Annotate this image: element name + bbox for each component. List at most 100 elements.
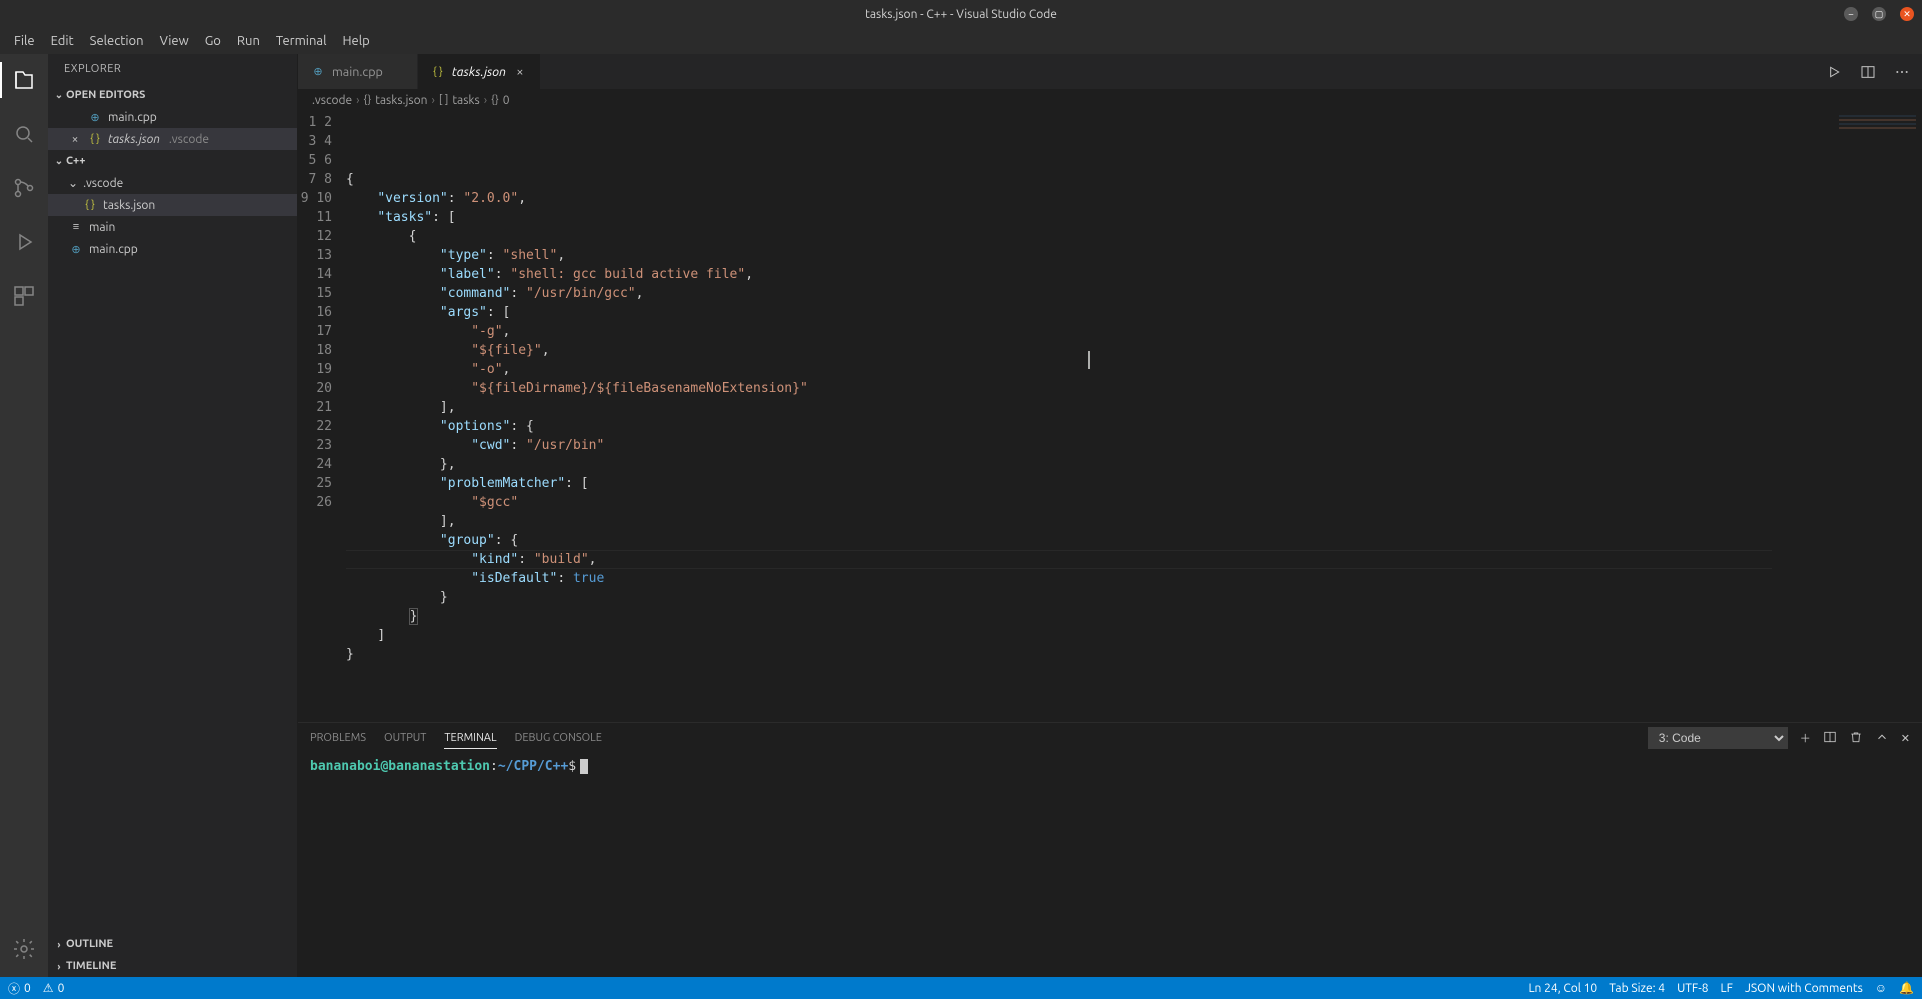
window-controls: – ▢ ✕ xyxy=(1844,7,1914,21)
activity-extensions-icon[interactable] xyxy=(0,278,48,314)
cpp-file-icon: ⊕ xyxy=(87,109,103,125)
workspace-header[interactable]: ⌄ C++ xyxy=(48,150,297,172)
activity-search-icon[interactable] xyxy=(0,116,48,152)
activity-debug-icon[interactable] xyxy=(0,224,48,260)
breadcrumb-icon: [ ] xyxy=(439,94,449,106)
panel-tab-problems[interactable]: PROBLEMS xyxy=(310,728,366,748)
file-name: tasks.json xyxy=(103,199,155,212)
file-name: main.cpp xyxy=(89,243,138,256)
menubar: FileEditSelectionViewGoRunTerminalHelp xyxy=(0,28,1922,54)
editor-tabs: ⊕main.cpp { } tasks.json × xyxy=(298,54,1922,89)
file-name: main xyxy=(89,221,115,234)
status-encoding[interactable]: UTF-8 xyxy=(1677,982,1708,995)
folder-name: .vscode xyxy=(83,177,123,190)
status-warnings[interactable]: ⚠0 xyxy=(43,981,65,995)
terminal-prompt-user: bananaboi@bananastation xyxy=(310,759,490,774)
chevron-down-icon: ⌄ xyxy=(52,155,66,167)
breadcrumb-icon: {} xyxy=(364,94,372,106)
more-actions-icon[interactable] xyxy=(1892,62,1912,82)
cpp-file-icon: ⊕ xyxy=(68,241,84,257)
open-editors-header[interactable]: ⌄ OPEN EDITORS xyxy=(48,84,297,106)
activity-bar xyxy=(0,54,48,977)
panel-tab-debug-console[interactable]: DEBUG CONSOLE xyxy=(515,728,602,748)
status-feedback-icon[interactable]: ☺ xyxy=(1875,981,1887,995)
breadcrumb-icon: {} xyxy=(491,94,499,106)
close-icon[interactable]: × xyxy=(68,133,82,146)
split-terminal-icon[interactable] xyxy=(1823,730,1837,747)
open-editor-item[interactable]: × { } tasks.json .vscode xyxy=(48,128,297,150)
terminal-cursor xyxy=(580,759,588,774)
chevron-down-icon: ⌄ xyxy=(52,89,66,101)
close-icon[interactable]: × xyxy=(512,65,528,79)
json-file-icon: { } xyxy=(87,131,103,147)
status-language[interactable]: JSON with Comments xyxy=(1745,982,1863,995)
editor-tab[interactable]: ⊕main.cpp xyxy=(298,54,418,89)
editor-tab[interactable]: { } tasks.json × xyxy=(418,54,541,89)
cpp-file-icon: ⊕ xyxy=(310,64,326,80)
file-name: main.cpp xyxy=(108,111,157,124)
menu-help[interactable]: Help xyxy=(334,31,377,51)
timeline-header[interactable]: › TIMELINE xyxy=(48,955,297,977)
status-lncol[interactable]: Ln 24, Col 10 xyxy=(1528,982,1597,995)
window-titlebar: tasks.json - C++ - Visual Studio Code – … xyxy=(0,0,1922,28)
text-file-icon: ≡ xyxy=(68,219,84,235)
editor-area: ⊕main.cpp { } tasks.json × .vscode›{} tasks… xyxy=(298,54,1922,977)
chevron-right-icon: › xyxy=(52,939,66,950)
sidebar-title: EXPLORER xyxy=(48,54,297,84)
menu-file[interactable]: File xyxy=(6,31,43,51)
run-icon[interactable] xyxy=(1824,62,1844,82)
close-panel-icon[interactable]: ✕ xyxy=(1901,732,1910,745)
terminal-prompt-symbol: $ xyxy=(568,759,576,774)
breadcrumb-item[interactable]: 0 xyxy=(503,94,510,107)
menu-run[interactable]: Run xyxy=(229,31,268,51)
menu-edit[interactable]: Edit xyxy=(43,31,82,51)
terminal-selector[interactable]: 3: Code xyxy=(1648,727,1788,749)
folder-item[interactable]: ⌄ .vscode xyxy=(48,172,297,194)
tab-label: tasks.json xyxy=(452,65,506,79)
bottom-panel: PROBLEMS OUTPUT TERMINAL DEBUG CONSOLE 3: C… xyxy=(298,722,1922,977)
file-name: tasks.json xyxy=(108,133,160,146)
breadcrumb-item[interactable]: .vscode xyxy=(312,94,352,107)
file-item[interactable]: ≡ main xyxy=(48,216,297,238)
activity-settings-icon[interactable] xyxy=(0,931,48,967)
new-terminal-icon[interactable]: ＋ xyxy=(1800,730,1811,746)
maximize-button[interactable]: ▢ xyxy=(1872,7,1886,21)
maximize-panel-icon[interactable] xyxy=(1875,730,1889,747)
panel-tab-output[interactable]: OUTPUT xyxy=(384,728,426,748)
chevron-down-icon: ⌄ xyxy=(68,176,78,190)
activity-scm-icon[interactable] xyxy=(0,170,48,206)
file-item[interactable]: ⊕ main.cpp xyxy=(48,238,297,260)
minimize-button[interactable]: – xyxy=(1844,7,1858,21)
outline-header[interactable]: › OUTLINE xyxy=(48,933,297,955)
kill-terminal-icon[interactable] xyxy=(1849,730,1863,747)
status-bell-icon[interactable]: 🔔 xyxy=(1899,981,1914,995)
terminal-body[interactable]: bananaboi@bananastation:~/CPP/C++$ xyxy=(298,753,1922,977)
split-editor-icon[interactable] xyxy=(1858,62,1878,82)
status-bar: ⓧ0 ⚠0 Ln 24, Col 10 Tab Size: 4 UTF-8 LF… xyxy=(0,977,1922,999)
breadcrumb-item[interactable]: tasks.json xyxy=(375,94,427,107)
line-number-gutter: 1 2 3 4 5 6 7 8 9 10 11 12 13 14 15 16 1… xyxy=(298,111,346,722)
file-item[interactable]: { } tasks.json xyxy=(48,194,297,216)
menu-selection[interactable]: Selection xyxy=(82,31,152,51)
breadcrumb-item[interactable]: tasks xyxy=(452,94,479,107)
status-tabsize[interactable]: Tab Size: 4 xyxy=(1609,982,1665,995)
code-editor[interactable]: { "version": "2.0.0", "tasks": [ { "type… xyxy=(346,111,1832,722)
open-editor-item[interactable]: ⊕ main.cpp xyxy=(48,106,297,128)
status-eol[interactable]: LF xyxy=(1721,982,1733,995)
json-file-icon: { } xyxy=(430,64,446,80)
window-title: tasks.json - C++ - Visual Studio Code xyxy=(865,8,1057,21)
minimap[interactable] xyxy=(1832,111,1922,722)
file-path: .vscode xyxy=(165,133,209,146)
breadcrumbs[interactable]: .vscode›{} tasks.json›[ ] tasks›{} 0 xyxy=(298,89,1922,111)
menu-go[interactable]: Go xyxy=(197,31,229,51)
panel-tab-terminal[interactable]: TERMINAL xyxy=(444,728,496,749)
panel-tabs: PROBLEMS OUTPUT TERMINAL DEBUG CONSOLE 3: C… xyxy=(298,723,1922,753)
menu-terminal[interactable]: Terminal xyxy=(268,31,335,51)
chevron-right-icon: › xyxy=(52,961,66,972)
terminal-prompt-path: ~/CPP/C++ xyxy=(498,759,568,774)
close-button[interactable]: ✕ xyxy=(1900,7,1914,21)
status-errors[interactable]: ⓧ0 xyxy=(8,980,31,997)
menu-view[interactable]: View xyxy=(152,31,197,51)
json-file-icon: { } xyxy=(82,197,98,213)
activity-explorer-icon[interactable] xyxy=(0,62,48,98)
